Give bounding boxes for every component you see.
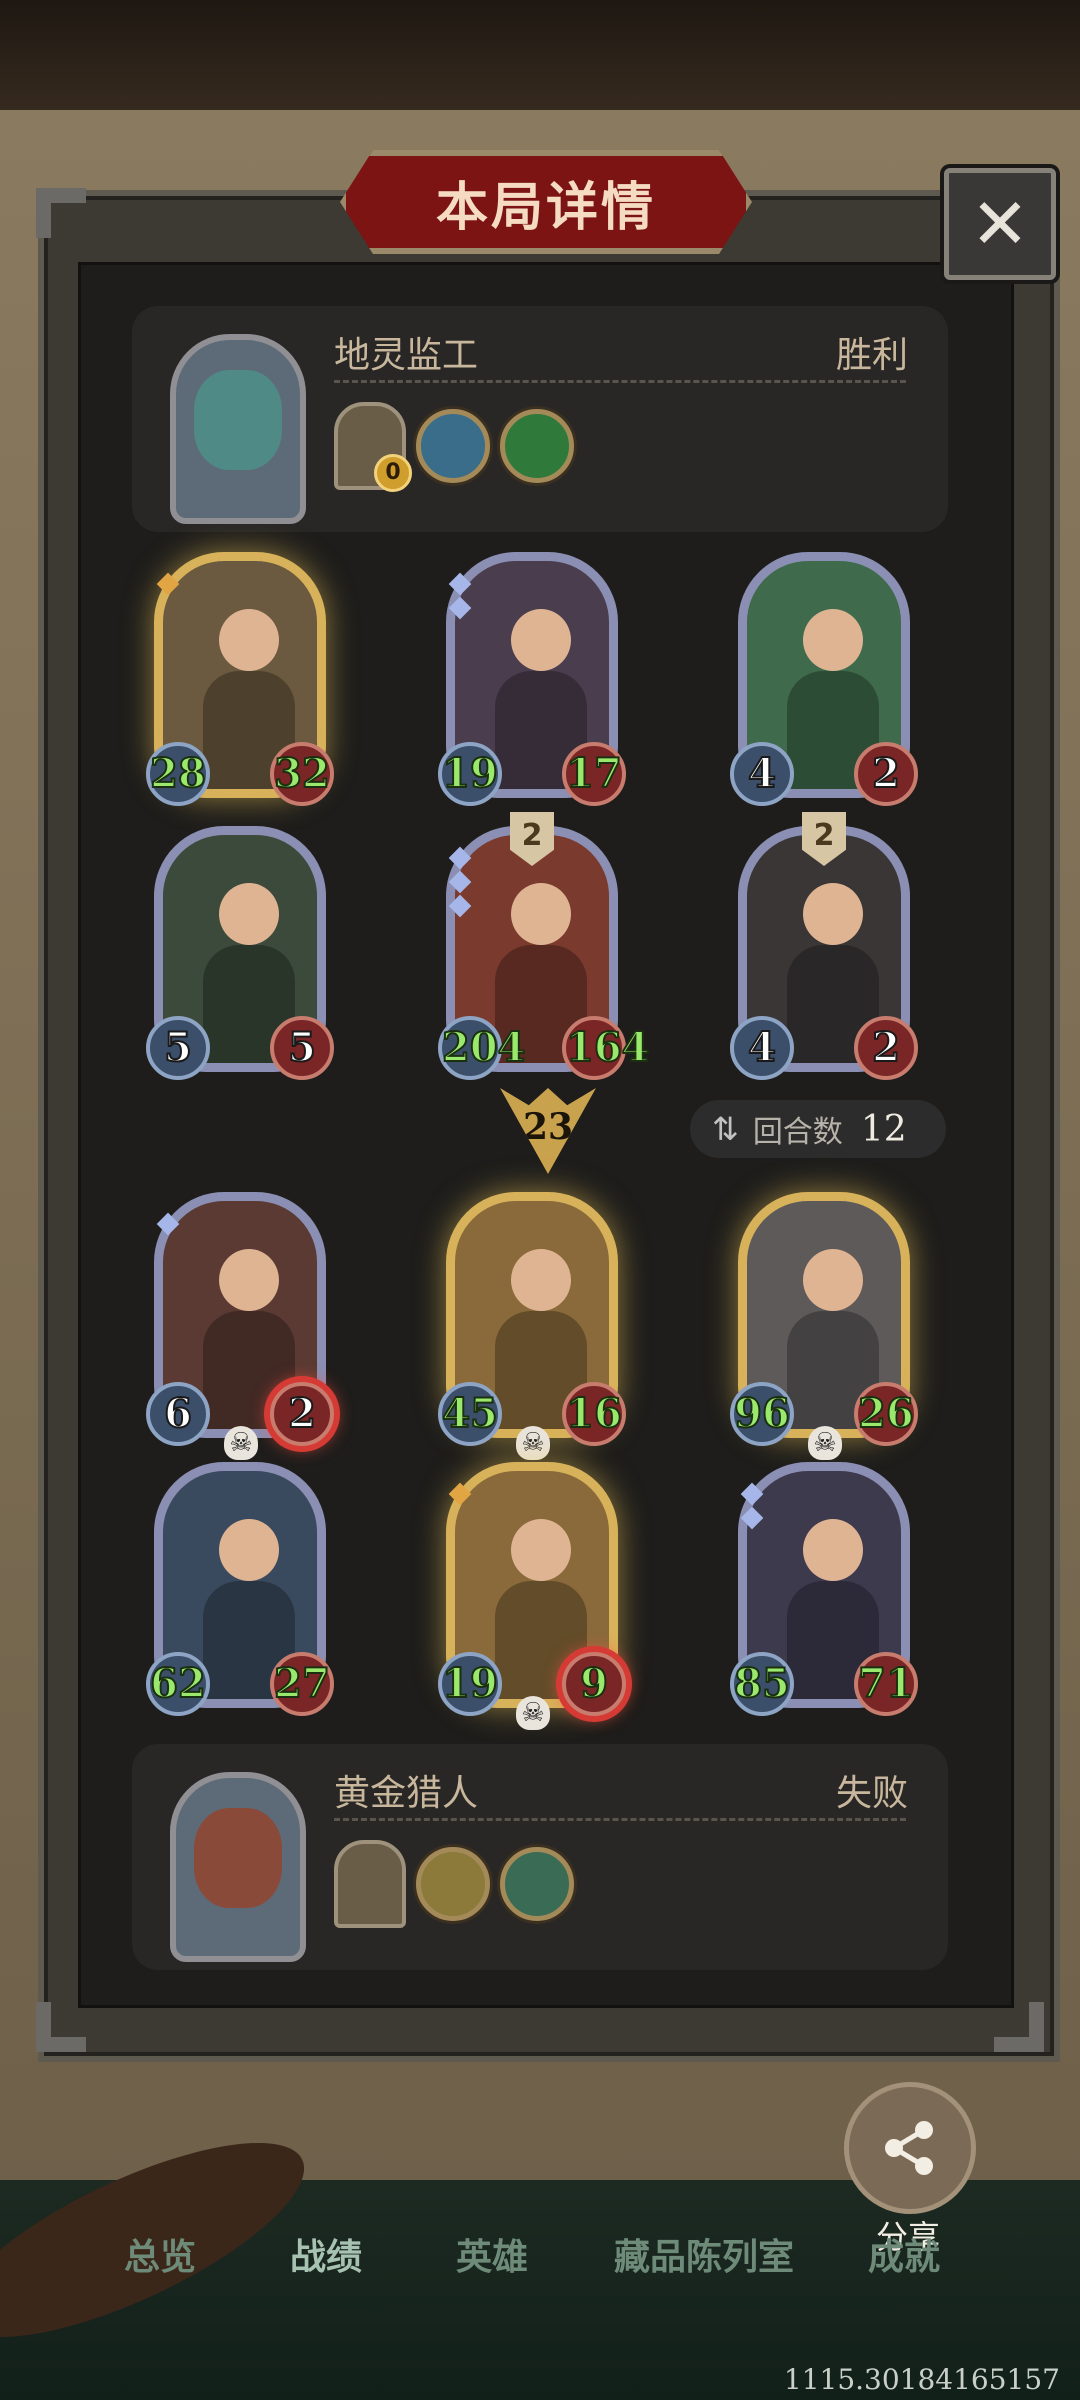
share-icon bbox=[885, 2121, 933, 2175]
minion-head bbox=[803, 1519, 863, 1581]
attack-value: 96 bbox=[730, 1382, 794, 1446]
attack-value: 45 bbox=[438, 1382, 502, 1446]
minion-card[interactable]: 45 16 ☠ bbox=[438, 1192, 626, 1460]
bottom-tab-bar: 总览 战绩 英雄 藏品陈列室 成就 bbox=[0, 2228, 1080, 2288]
close-button[interactable]: ✕ bbox=[944, 168, 1056, 280]
player-summary-bottom: 黄金猎人 失败 bbox=[132, 1744, 948, 1970]
attack-value: 62 bbox=[146, 1652, 210, 1716]
chest-icon[interactable] bbox=[334, 1840, 406, 1928]
health-value: 17 bbox=[562, 742, 626, 806]
health-value: 2 bbox=[854, 742, 918, 806]
attack-value: 204 bbox=[438, 1016, 527, 1080]
minion-head bbox=[219, 609, 279, 671]
minion-card[interactable]: 19 9 ☠ bbox=[438, 1462, 626, 1730]
relic-icon[interactable] bbox=[500, 1847, 574, 1921]
attack-value: 5 bbox=[146, 1016, 210, 1080]
hero-portrait[interactable] bbox=[170, 1772, 306, 1962]
match-result: 胜利 bbox=[835, 335, 908, 376]
minion-card[interactable]: 6 2 ☠ bbox=[146, 1192, 334, 1460]
minion-card[interactable]: 42 bbox=[730, 552, 918, 806]
page-title: 本局详情 bbox=[435, 177, 656, 238]
tab-collection[interactable]: 藏品陈列室 bbox=[614, 2228, 794, 2280]
minion-head bbox=[803, 1249, 863, 1311]
player-name: 黄金猎人 bbox=[334, 1773, 479, 1814]
title-banner: 本局详情 bbox=[340, 150, 752, 254]
minion-card[interactable]: 2 204 164 bbox=[438, 812, 651, 1080]
tab-achievements[interactable]: 成就 bbox=[868, 2228, 940, 2280]
skull-icon: ☠ bbox=[516, 1426, 550, 1460]
health-value: 32 bbox=[270, 742, 334, 806]
hero-face bbox=[194, 370, 282, 470]
health-value: 2 bbox=[270, 1382, 334, 1446]
chest-icon[interactable]: 0 bbox=[334, 402, 412, 492]
health-value: 16 bbox=[562, 1382, 626, 1446]
close-icon: ✕ bbox=[970, 183, 1030, 265]
relic-icon[interactable] bbox=[500, 409, 574, 483]
attack-value: 4 bbox=[730, 1016, 794, 1080]
health-value: 26 bbox=[854, 1382, 918, 1446]
health-value: 2 bbox=[854, 1016, 918, 1080]
hero-face bbox=[194, 1808, 282, 1908]
minion-head bbox=[803, 883, 863, 945]
minion-card[interactable]: 96 26 ☠ bbox=[730, 1192, 918, 1460]
minion-card[interactable]: 19 17 bbox=[438, 552, 626, 806]
attack-value: 4 bbox=[730, 742, 794, 806]
relic-icon[interactable] bbox=[416, 409, 490, 483]
minion-head bbox=[511, 1249, 571, 1311]
minion-head bbox=[219, 1249, 279, 1311]
hero-portrait[interactable] bbox=[170, 334, 306, 524]
attack-value: 6 bbox=[146, 1382, 210, 1446]
health-value: 27 bbox=[270, 1652, 334, 1716]
round-marker-value: 23 bbox=[522, 1106, 574, 1148]
minion-card[interactable]: 55 bbox=[146, 826, 334, 1080]
chest-count-badge: 0 bbox=[374, 454, 412, 492]
attack-value: 19 bbox=[438, 1652, 502, 1716]
relic-icon[interactable] bbox=[416, 1847, 490, 1921]
minion-head bbox=[511, 883, 571, 945]
rounds-counter: ⇅ 回合数 12 bbox=[690, 1100, 946, 1158]
attack-value: 19 bbox=[438, 742, 502, 806]
minion-card[interactable]: 62 27 bbox=[146, 1462, 334, 1716]
minion-head bbox=[803, 609, 863, 671]
tab-records[interactable]: 战绩 bbox=[290, 2228, 362, 2280]
attack-value: 85 bbox=[730, 1652, 794, 1716]
version-label: 1115.30184165157 bbox=[783, 2363, 1060, 2396]
tab-heroes[interactable]: 英雄 bbox=[456, 2228, 528, 2280]
rounds-icon: ⇅ bbox=[712, 1110, 739, 1148]
minion-card[interactable]: 28 32 bbox=[146, 552, 334, 806]
health-value: 5 bbox=[270, 1016, 334, 1080]
skull-icon: ☠ bbox=[516, 1696, 550, 1730]
minion-card[interactable]: 85 71 bbox=[730, 1462, 918, 1716]
minion-card[interactable]: 242 bbox=[730, 812, 918, 1080]
player-name: 地灵监工 bbox=[334, 335, 479, 376]
minion-head bbox=[511, 609, 571, 671]
player-summary-top: 地灵监工 胜利 0 bbox=[132, 306, 948, 532]
skull-icon: ☠ bbox=[808, 1426, 842, 1460]
share-button[interactable] bbox=[844, 2082, 976, 2214]
match-result: 失败 bbox=[835, 1773, 908, 1814]
divider bbox=[334, 1818, 906, 1821]
health-value: 164 bbox=[562, 1016, 651, 1080]
minion-head bbox=[511, 1519, 571, 1581]
attack-value: 28 bbox=[146, 742, 210, 806]
skull-icon: ☠ bbox=[224, 1426, 258, 1460]
rounds-value: 12 bbox=[860, 1108, 907, 1150]
minion-head bbox=[219, 1519, 279, 1581]
tab-overview[interactable]: 总览 bbox=[124, 2228, 196, 2280]
minion-head bbox=[219, 883, 279, 945]
divider bbox=[334, 380, 906, 383]
health-value: 9 bbox=[562, 1652, 626, 1716]
health-value: 71 bbox=[854, 1652, 918, 1716]
rounds-label: 回合数 bbox=[752, 1115, 843, 1150]
